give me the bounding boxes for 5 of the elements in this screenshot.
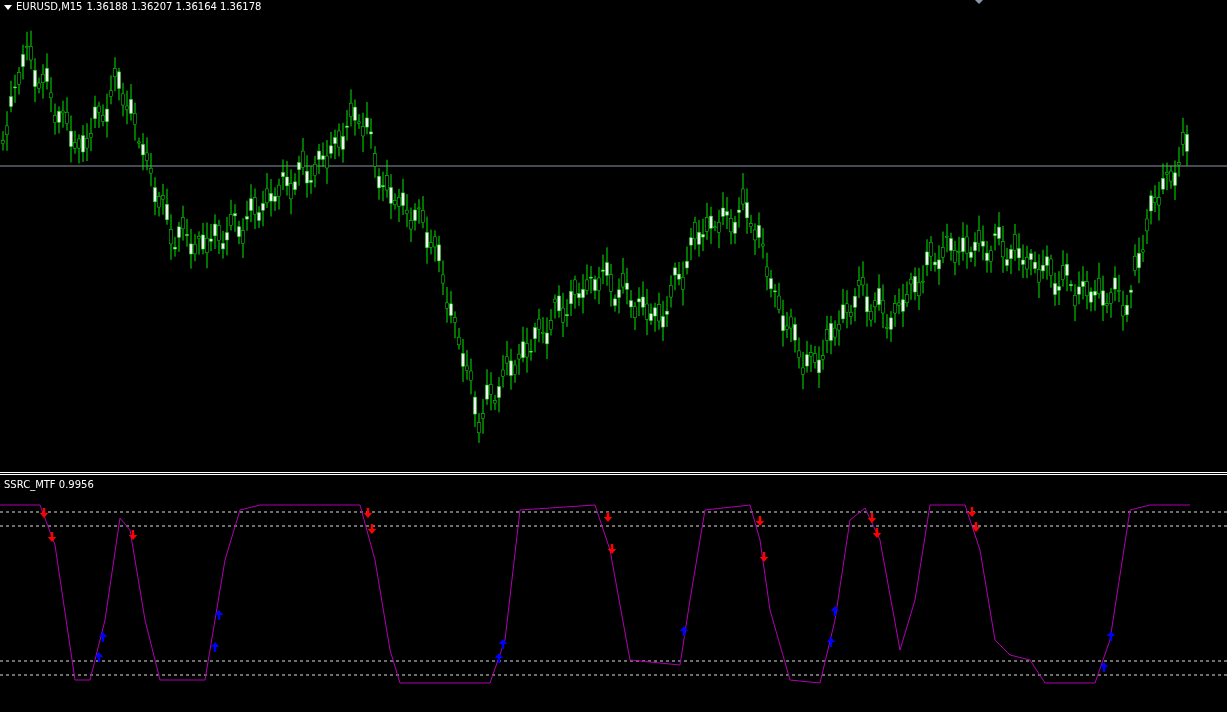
- quote-values: 1.36188 1.36207 1.36164 1.36178: [86, 1, 262, 13]
- symbol-label: EURUSD,M15: [16, 1, 83, 13]
- indicator-label: SSRC_MTF 0.9956: [4, 479, 94, 491]
- triangle-marker-icon: [975, 0, 983, 4]
- dropdown-caret-icon[interactable]: [4, 4, 12, 10]
